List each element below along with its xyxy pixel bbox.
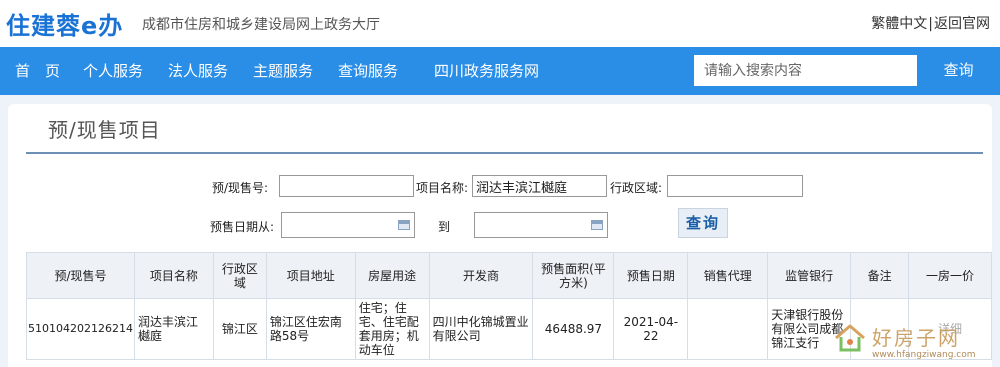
top-header: 住建蓉e办 成都市住房和城乡建设局网上政务大厅 繁體中文|返回官网 [0,0,1000,47]
cell-bank: 天津银行股份有限公司成都锦江支行 [767,298,852,360]
cell-address: 锦江区住宏南路58号 [265,298,356,360]
col-header-agent: 销售代理 [687,252,769,299]
table-row[interactable]: 510104202126214 润达丰滨江樾庭 锦江区 锦江区住宏南路58号 住… [26,298,992,360]
main-nav: 首 页 个人服务 法人服务 主题服务 查询服务 四川政务服务网 查询 [0,47,1000,95]
col-header-remark: 备注 [850,252,910,299]
project-name-input[interactable] [472,175,607,197]
cell-project-name: 润达丰滨江樾庭 [133,298,214,360]
table-header-row: 预/现售号 项目名称 行政区域 项目地址 房屋用途 开发商 预售面积(平方米) … [26,252,992,299]
cell-remark [850,298,910,360]
nav-item-query-services[interactable]: 查询服务 [338,47,398,95]
traditional-chinese-link[interactable]: 繁體中文 [871,16,927,32]
cell-district: 锦江区 [212,298,267,360]
cell-date: 2021-04-22 [613,298,689,360]
nav-item-sichuan-gov-services[interactable]: 四川政务服务网 [434,47,539,95]
date-from-input[interactable] [281,212,415,238]
presale-no-label: 预/现售号: [212,181,269,195]
link-separator: | [928,16,933,32]
presale-no-input[interactable] [279,175,414,197]
district-label: 行政区域: [610,181,663,195]
nav-item-home[interactable]: 首 页 [15,47,60,95]
title-divider [26,152,983,154]
nav-item-corporate-services[interactable]: 法人服务 [168,47,228,95]
cell-presale-no: 510104202126214 [26,298,135,360]
col-header-price-per-unit: 一房一价 [908,252,992,299]
col-header-address: 项目地址 [265,252,356,299]
cell-area: 46488.97 [532,298,615,360]
nav-item-personal-services[interactable]: 个人服务 [83,47,143,95]
col-header-area: 预售面积(平方米) [532,252,615,299]
query-button[interactable]: 查询 [678,208,728,238]
cell-agent [687,298,769,360]
col-header-bank: 监管银行 [767,252,852,299]
date-to-label: 到 [438,220,451,234]
date-to-input[interactable] [474,212,608,238]
project-name-label: 项目名称: [416,181,469,195]
date-to-calendar-icon[interactable] [591,220,603,230]
site-subtitle: 成都市住房和城乡建设局网上政务大厅 [142,17,380,33]
cell-developer: 四川中化锦城置业有限公司 [428,298,534,360]
date-from-label: 预售日期从: [210,220,275,234]
site-search-button[interactable]: 查询 [917,55,1000,86]
cell-price-detail-link[interactable]: 详细 [908,298,992,360]
col-header-project-name: 项目名称 [133,252,214,299]
page-title: 预/现售项目 [48,118,161,142]
district-input[interactable] [667,175,803,197]
cell-usage: 住宅；住宅、住宅配套用房；机动车位 [354,298,430,360]
site-logo[interactable]: 住建蓉e办 [6,6,123,41]
content-panel: 预/现售项目 预/现售号: 项目名称: 行政区域: 预售日期从: 到 查询 预/… [8,104,992,367]
back-to-official-site-link[interactable]: 返回官网 [934,16,990,32]
col-header-developer: 开发商 [428,252,534,299]
site-search-input[interactable] [694,55,917,86]
date-from-calendar-icon[interactable] [398,220,410,230]
col-header-usage: 房屋用途 [354,252,430,299]
presale-table: 预/现售号 项目名称 行政区域 项目地址 房屋用途 开发商 预售面积(平方米) … [26,252,992,360]
top-links: 繁體中文|返回官网 [871,13,990,33]
col-header-district: 行政区域 [212,252,267,299]
col-header-presale-no: 预/现售号 [26,252,135,299]
nav-item-topic-services[interactable]: 主题服务 [253,47,313,95]
col-header-date: 预售日期 [613,252,689,299]
